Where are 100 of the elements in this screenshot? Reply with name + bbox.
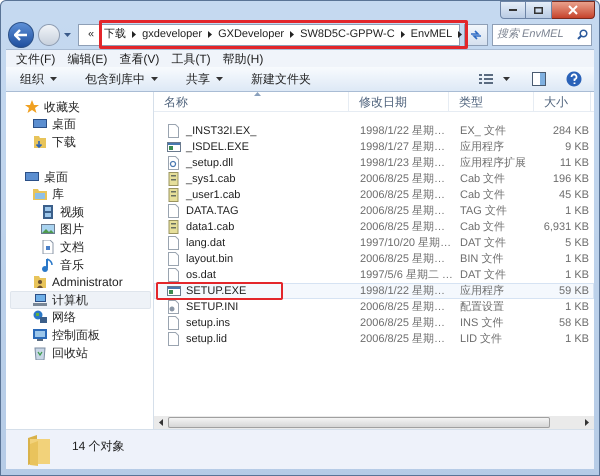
toolbar-button[interactable]: 组织	[14, 69, 63, 89]
breadcrumb[interactable]: 下载	[104, 26, 126, 43]
table-cell-text: INS 文件	[459, 316, 504, 330]
file-name: lang.dat	[186, 236, 226, 250]
file-name: _setup.dll	[186, 156, 234, 170]
search-field[interactable]: 搜索 EnvMEL	[492, 24, 592, 46]
file-name: setup.ins	[186, 316, 230, 330]
table-cell-text: 1998/1/22 星期…	[359, 124, 446, 138]
nav-item[interactable]: 文档	[10, 238, 151, 256]
toolbar-button[interactable]: 共享	[180, 69, 229, 89]
file-row[interactable]: layout.bin 2006/8/25 星期… BIN 文件 1 KB	[154, 251, 594, 267]
table-cell-text: 2006/8/25 星期…	[359, 300, 446, 314]
menu-item[interactable]: 帮助(H)	[218, 50, 268, 68]
file-row[interactable]: _user1.cab 2006/8/25 星期… Cab 文件 45 KB	[154, 187, 594, 203]
breadcrumb[interactable]: EnvMEL	[410, 26, 452, 43]
menu-item[interactable]: 编辑(E)	[63, 50, 112, 68]
file-name: _sys1.cab	[186, 172, 236, 186]
breadcrumb[interactable]: SW8D5C-GPPW-C	[300, 26, 395, 43]
file-row[interactable]: _sys1.cab 2006/8/25 星期… Cab 文件 196 KB	[154, 171, 594, 187]
table-cell-text: 2006/8/25 星期…	[359, 332, 446, 346]
nav-item[interactable]: 控制面板	[10, 326, 151, 344]
table-cell-text: DAT 文件	[459, 268, 508, 282]
table-cell-text: 9 KB	[564, 140, 590, 154]
column-header[interactable]: 类型	[459, 92, 483, 110]
table-cell-text: 1 KB	[564, 268, 590, 282]
toolbar-button[interactable]: 新建文件夹	[245, 69, 317, 89]
toolbar-button[interactable]: 包含到库中	[79, 69, 164, 89]
table-cell-text: 59 KB	[558, 284, 590, 298]
table-cell-text: 应用程序	[459, 284, 505, 298]
file-row[interactable]: SETUP.EXE 1998/1/22 星期… 应用程序 59 KB	[154, 283, 594, 299]
table-cell-text: TAG 文件	[459, 204, 508, 218]
table-cell-text: Cab 文件	[459, 172, 506, 186]
table-cell-text: 1997/10/20 星期…	[359, 236, 450, 250]
file-name: DATA.TAG	[186, 204, 239, 218]
table-cell-text: LID 文件	[459, 332, 504, 346]
file-name: layout.bin	[186, 252, 234, 266]
nav-item[interactable]: 视频	[10, 202, 151, 221]
table-cell-text: 2006/8/25 星期…	[359, 220, 446, 234]
nav-item[interactable]: 库	[10, 185, 151, 203]
file-row[interactable]: setup.ins 2006/8/25 星期… INS 文件 58 KB	[154, 315, 594, 331]
file-row[interactable]: _ISDEL.EXE 1998/1/27 星期… 应用程序 9 KB	[154, 139, 594, 155]
file-row[interactable]: _setup.dll 1998/1/23 星期… 应用程序扩展 11 KB	[154, 155, 594, 171]
table-cell-text: 1997/5/6 星期二 …	[359, 268, 450, 282]
file-row[interactable]: _INST32I.EX_ 1998/1/22 星期… EX_ 文件 284 KB	[154, 123, 594, 139]
breadcrumb[interactable]: gxdeveloper	[142, 26, 202, 43]
nav-item[interactable]: 桌面	[10, 168, 151, 186]
status-text: 14 个对象	[72, 438, 125, 455]
file-row[interactable]: SETUP.INI 2006/8/25 星期… 配置设置 1 KB	[154, 299, 594, 315]
menu-item[interactable]: 文件(F)	[12, 50, 60, 68]
file-name: data1.cab	[186, 220, 234, 234]
nav-item[interactable]: 网络	[10, 308, 151, 326]
table-cell-text: 1998/1/27 星期…	[359, 140, 446, 154]
table-cell-text: 45 KB	[558, 188, 590, 202]
file-row[interactable]: DATA.TAG 2006/8/25 星期… TAG 文件 1 KB	[154, 203, 594, 219]
file-name: SETUP.INI	[186, 300, 238, 314]
nav-item[interactable]: 下载	[10, 133, 151, 151]
file-name: _INST32I.EX_	[186, 124, 256, 138]
column-header[interactable]: 修改日期	[359, 92, 407, 110]
table-cell-text: Cab 文件	[459, 220, 506, 234]
breadcrumb[interactable]: GXDeveloper	[218, 26, 284, 43]
file-name: SETUP.EXE	[186, 284, 246, 298]
table-cell-text: 1 KB	[564, 204, 590, 218]
table-cell-text: 1998/1/23 星期…	[359, 156, 446, 170]
file-row[interactable]: setup.lid 2006/8/25 星期… LID 文件 1 KB	[154, 331, 594, 347]
table-cell-text: 2006/8/25 星期…	[359, 204, 446, 218]
table-cell-text: 6,931 KB	[542, 220, 590, 234]
column-header[interactable]: 名称	[164, 92, 188, 110]
nav-item[interactable]: 收藏夹	[10, 98, 151, 116]
table-cell-text: 5 KB	[564, 236, 590, 250]
table-cell-text: 应用程序	[459, 140, 505, 154]
table-cell-text: 配置设置	[459, 300, 505, 314]
nav-item[interactable]: 桌面	[10, 116, 151, 134]
table-cell-text: DAT 文件	[459, 236, 508, 250]
table-cell-text: 应用程序扩展	[459, 156, 527, 170]
table-cell-text: 58 KB	[558, 316, 590, 330]
file-row[interactable]: data1.cab 2006/8/25 星期… Cab 文件 6,931 KB	[154, 219, 594, 235]
table-cell-text: 1 KB	[564, 332, 590, 346]
file-row[interactable]: lang.dat 1997/10/20 星期… DAT 文件 5 KB	[154, 235, 594, 251]
file-name: os.dat	[186, 268, 216, 282]
table-cell-text: 1 KB	[564, 252, 590, 266]
file-name: _ISDEL.EXE	[186, 140, 249, 154]
column-header[interactable]: 大小	[544, 92, 568, 110]
overflow-chevron[interactable]: «	[88, 26, 94, 43]
table-cell-text: 2006/8/25 星期…	[359, 252, 446, 266]
nav-item[interactable]: Administrator	[10, 273, 151, 291]
table-cell-text: BIN 文件	[459, 252, 504, 266]
table-cell-text: 2006/8/25 星期…	[359, 172, 446, 186]
nav-item[interactable]: 图片	[10, 220, 151, 238]
table-cell-text: 2006/8/25 星期…	[359, 188, 446, 202]
file-name: _user1.cab	[186, 188, 240, 202]
nav-item[interactable]: 回收站	[10, 344, 151, 362]
menu-item[interactable]: 查看(V)	[115, 50, 164, 68]
menu-item[interactable]: 工具(T)	[167, 50, 215, 68]
nav-item[interactable]: 音乐	[10, 256, 151, 274]
table-cell-text: 1998/1/22 星期…	[359, 284, 446, 298]
table-cell-text: 1 KB	[564, 300, 590, 314]
file-name: setup.lid	[186, 332, 227, 346]
table-cell-text: 11 KB	[558, 156, 590, 170]
file-row[interactable]: os.dat 1997/5/6 星期二 … DAT 文件 1 KB	[154, 267, 594, 283]
nav-item[interactable]: 计算机	[10, 290, 151, 309]
